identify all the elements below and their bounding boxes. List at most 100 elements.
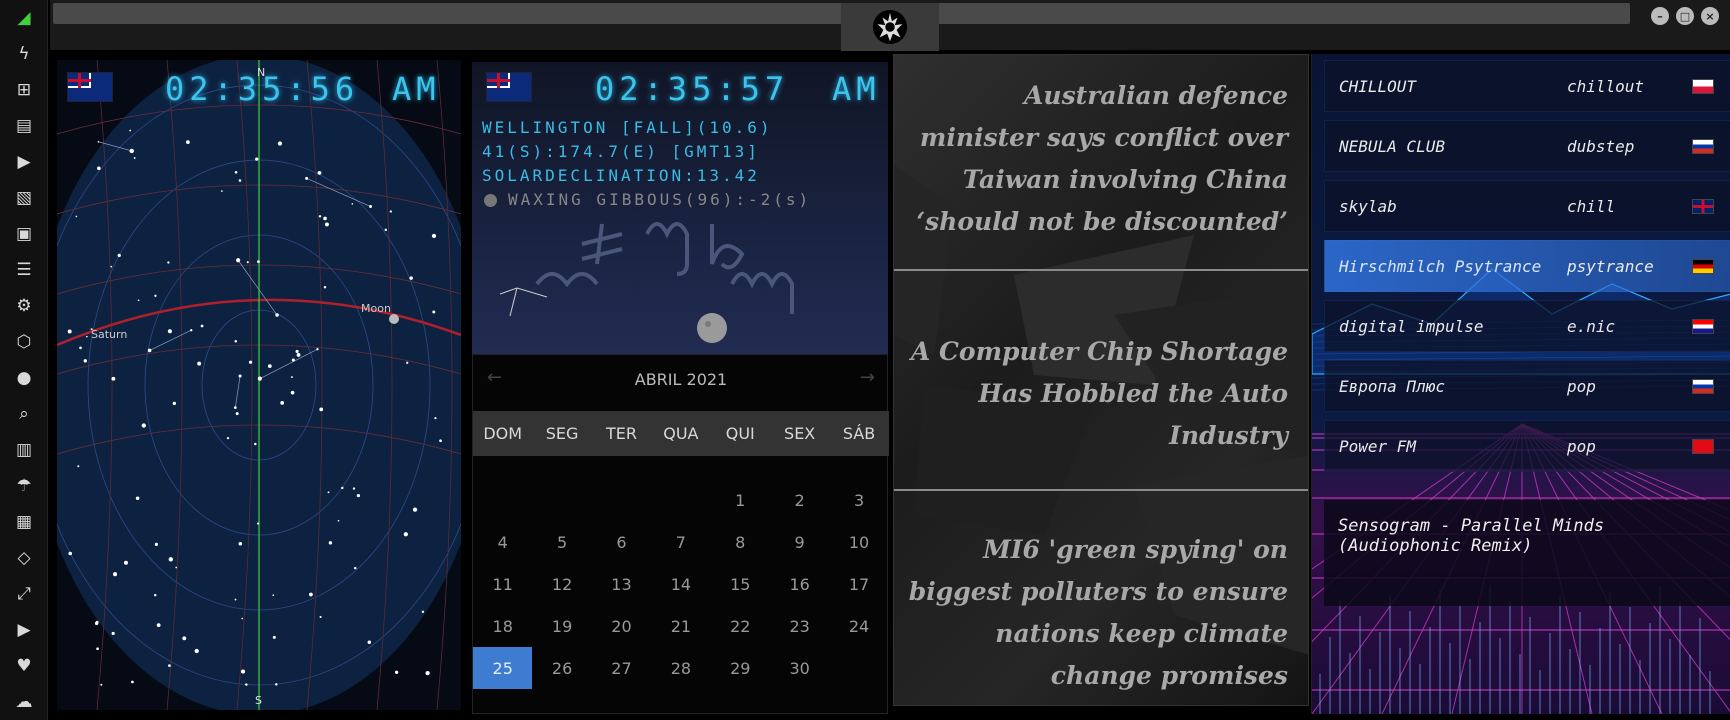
starmap-ampm: AM [392,70,441,108]
news-icon[interactable]: ☰ [12,258,36,282]
news-separator [894,489,1308,491]
calendar-day[interactable]: 29 [711,647,770,689]
next-month-icon[interactable]: → [860,367,875,388]
calendar-day[interactable]: 13 [592,563,651,605]
calendar-day[interactable]: 6 [592,521,651,563]
news-separator [894,269,1308,271]
nz-flag-icon [486,72,532,102]
umbrella-icon[interactable]: ☂ [12,474,36,498]
station-row[interactable]: NEBULA CLUB dubstep [1324,120,1730,172]
calendar-day[interactable]: 23 [770,605,829,647]
code-icon[interactable]: ◇ [12,546,36,570]
calendar-day[interactable]: 18 [473,605,532,647]
wifi-icon[interactable]: ◢ [12,6,36,30]
station-genre: e.nic [1567,316,1616,336]
calendar-day[interactable]: 1 [711,479,770,521]
calendar-empty-cell [829,647,888,689]
station-genre: dubstep [1567,136,1635,156]
now-playing: Sensogram - Parallel Minds (Audiophonic … [1324,500,1730,606]
nz-flag-icon [67,72,113,102]
calendar-day[interactable]: 4 [473,521,532,563]
weekday-label: TER [605,424,637,443]
calendar-day[interactable]: 24 [829,605,888,647]
day-grid: 1 2 3 4 5 6 7 8 9 10 11 12 13 14 15 16 17 18 19 20 21 22 23 24 2… [473,479,889,689]
station-genre: chill [1567,196,1616,216]
calendar-day[interactable]: 26 [532,647,591,689]
news-panel: Australian defence minister says conflic… [893,54,1309,706]
weekday-label: QUA [663,424,699,443]
weekday-label: SEX [784,424,816,443]
windows-icon[interactable]: ⊞ [12,78,36,102]
weekday-label: SEG [545,424,579,443]
calendar-empty-cell [473,479,532,521]
calendar-day[interactable]: 5 [532,521,591,563]
north-label: N [257,66,266,79]
sky-chart[interactable] [57,60,461,710]
rebel-logo-tab[interactable] [841,3,939,51]
calendar-day[interactable]: 2 [770,479,829,521]
settings-icon[interactable]: ⚙ [12,294,36,318]
calendar-day[interactable]: 7 [651,521,710,563]
archive-icon[interactable]: ▤ [12,114,36,138]
station-row[interactable]: CHILLOUT chillout [1324,60,1730,112]
calendar-day[interactable]: 10 [829,521,888,563]
location-line: WELLINGTON [FALL](10.6) [482,118,773,137]
coords-line: 41(S):174.7(E) [GMT13] [482,142,760,161]
station-row[interactable]: Hirschmilch Psytrance psytrance [1324,240,1730,292]
play-icon[interactable]: ▶ [12,150,36,174]
station-name: skylab [1339,196,1397,216]
calendar-day[interactable]: 14 [651,563,710,605]
calendar-day[interactable]: 3 [829,479,888,521]
local-clock: 02:35:57 [595,70,790,108]
contacts-icon[interactable]: ▦ [12,510,36,534]
calendar-day[interactable]: 17 [829,563,888,605]
weekday-label: QUI [725,424,755,443]
news-headline[interactable]: Australian defence minister says conflic… [908,75,1288,243]
news-headline[interactable]: MI6 'green spying' on biggest polluters … [908,529,1288,697]
zodiac-background [499,222,794,343]
moon-label: Moon [361,302,391,315]
calendar-day[interactable]: 8 [711,521,770,563]
close-button[interactable]: × [1701,7,1719,25]
calendar-day[interactable]: 30 [770,647,829,689]
calendar-empty-cell [592,479,651,521]
hexagon-icon[interactable]: ⬡ [12,330,36,354]
youtube-icon[interactable]: ▶ [12,618,36,642]
calendar-day[interactable]: 21 [651,605,710,647]
radio-panel: CHILLOUT chillout NEBULA CLUB dubstep skylab… [1311,54,1730,714]
map-book-icon[interactable]: ▧ [12,186,36,210]
calendar-day[interactable]: 28 [651,647,710,689]
station-row[interactable]: Power FM pop [1324,420,1730,472]
calendar-day[interactable]: 22 [711,605,770,647]
top-bar: – □ × [50,0,1730,51]
image-icon[interactable]: ▣ [12,222,36,246]
germany-flag-icon [1692,259,1714,274]
station-genre: chillout [1567,76,1645,96]
turkey-flag-icon [1692,439,1714,454]
search-icon[interactable]: ⌕ [12,402,36,426]
calendar-header: ← ABRIL 2021 → [473,355,889,403]
station-row[interactable]: Европа Плюс pop [1324,360,1730,412]
station-row[interactable]: digital impulse e.nic [1324,300,1730,352]
calendar-day[interactable]: 27 [592,647,651,689]
news-headline[interactable]: A Computer Chip Shortage Has Hobbled the… [908,331,1288,457]
calendar-day[interactable]: 15 [711,563,770,605]
heart-icon[interactable]: ♥ [12,654,36,678]
cloud-icon[interactable]: ☁ [12,690,36,714]
calendar-day[interactable]: 19 [532,605,591,647]
globe-icon[interactable]: ● [12,366,36,390]
expand-icon[interactable]: ⤢ [12,582,36,606]
calendar-day[interactable]: 11 [473,563,532,605]
calendar-day[interactable]: 9 [770,521,829,563]
station-row[interactable]: skylab chill [1324,180,1730,232]
bolt-icon[interactable]: ϟ [12,42,36,66]
minimize-button[interactable]: – [1651,7,1669,25]
calendar-day[interactable]: 20 [592,605,651,647]
star-map-panel: 02:35:56 AM N S Saturn Moon [57,60,461,710]
calendar-day[interactable]: 16 [770,563,829,605]
prev-month-icon[interactable]: ← [487,367,502,388]
maximize-button[interactable]: □ [1676,7,1694,25]
calendar-day[interactable]: 25 [473,647,533,689]
calendar-day[interactable]: 12 [532,563,591,605]
map-icon[interactable]: ▥ [12,438,36,462]
